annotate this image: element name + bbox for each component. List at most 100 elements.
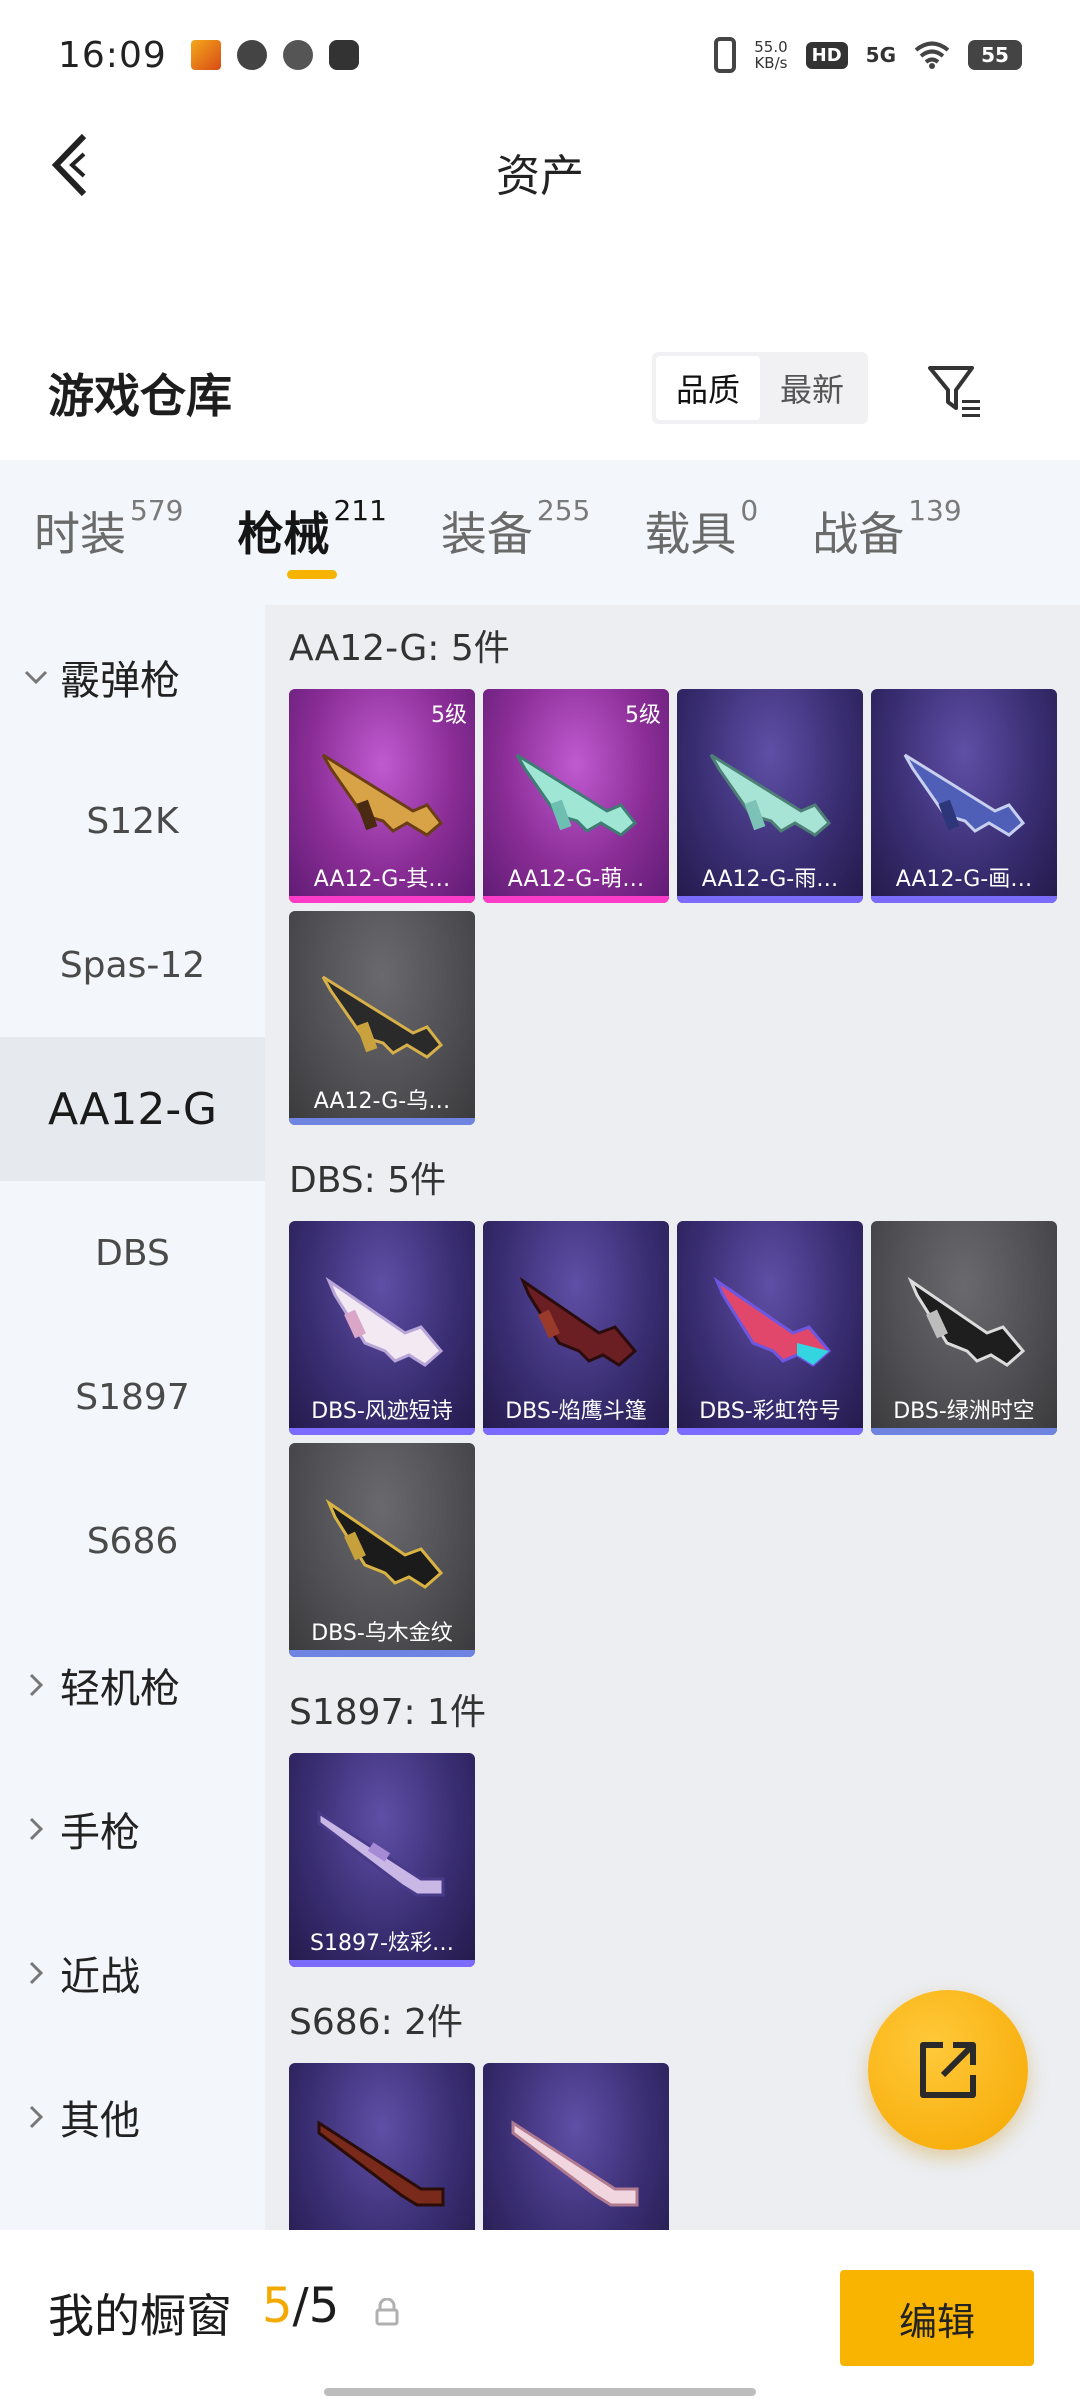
filter-button[interactable]	[920, 356, 990, 426]
tab-firearms[interactable]: 枪械 211	[237, 494, 387, 579]
tab-count: 0	[740, 494, 759, 527]
skin-card[interactable]: DBS-焰鹰斗篷	[483, 1221, 669, 1435]
edit-showcase-button[interactable]: 编辑	[840, 2270, 1034, 2366]
sidebar-item-shotgun[interactable]: 霰弹枪	[0, 605, 265, 749]
share-button[interactable]	[868, 1990, 1028, 2150]
rarity-bar	[289, 1650, 475, 1657]
sidebar-item-label: S686	[86, 1520, 179, 1562]
tab-count: 579	[130, 494, 184, 527]
sidebar-item-spas12[interactable]: Spas-12	[0, 893, 265, 1037]
status-bar: 16:09 55.0 KB/s HD 5G 55	[0, 0, 1080, 110]
skin-card[interactable]: DBS-乌木金纹	[289, 1443, 475, 1657]
sidebar-item-other[interactable]: 其他	[0, 2045, 265, 2189]
game-app-icon	[190, 40, 221, 70]
weapon-skin-grid[interactable]: AA12-G: 5件 5级 AA12-G-其… 5级 AA12-G-萌… AA1…	[265, 605, 1080, 2230]
skin-name: S1897-炫彩…	[310, 1931, 454, 1956]
skin-name: DBS-乌木金纹	[311, 1621, 453, 1646]
shotgun-skin-icon	[709, 753, 832, 837]
skin-card[interactable]: DBS-绿洲时空	[871, 1221, 1057, 1435]
warehouse-title: 游戏仓库	[48, 369, 232, 423]
skin-card[interactable]: AA12-G-雨…	[677, 689, 863, 903]
showcase-separator: /	[292, 2278, 309, 2334]
chevron-right-icon	[29, 1673, 44, 1697]
skin-card[interactable]	[483, 2063, 669, 2230]
showcase-total: 5	[308, 2278, 340, 2334]
skin-card[interactable]: S1897-炫彩…	[289, 1753, 475, 1967]
shotgun-skin-icon	[325, 1276, 444, 1367]
category-tabs: 时装 579 枪械 211 装备 255 载具 0 战备 139	[0, 460, 1080, 605]
sidebar-item-label: DBS	[95, 1232, 170, 1274]
vibrate-icon	[714, 37, 737, 73]
showcase-label: 我的橱窗	[48, 2289, 232, 2343]
home-indicator	[324, 2388, 756, 2396]
skin-level: 5级	[431, 703, 467, 728]
shotgun-skin-icon	[515, 753, 638, 837]
tab-label: 载具	[644, 507, 737, 561]
chevron-down-icon	[24, 670, 48, 685]
sidebar-item-aa12g[interactable]: AA12-G	[0, 1037, 265, 1181]
skin-card[interactable]: AA12-G-乌…	[289, 911, 475, 1125]
leaf-app-icon	[282, 40, 313, 70]
sidebar-item-label: AA12-G	[48, 1083, 217, 1135]
shotgun-skin-icon	[317, 1810, 445, 1897]
sidebar-item-s12k[interactable]: S12K	[0, 749, 265, 893]
chevron-right-icon	[29, 1961, 44, 1985]
skin-card[interactable]: DBS-彩虹符号	[677, 1221, 863, 1435]
tab-label: 战备	[812, 507, 905, 561]
signal-5g: 5G	[865, 43, 896, 67]
rarity-bar	[677, 1428, 863, 1435]
sidebar-item-melee[interactable]: 近战	[0, 1901, 265, 2045]
shotgun-skin-icon	[903, 753, 1026, 837]
notification-icons	[190, 40, 359, 70]
sidebar-item-label: S12K	[86, 800, 179, 842]
weapon-sidebar: 霰弹枪 S12K Spas-12 AA12-G DBS S1897 S686 轻…	[0, 605, 265, 2230]
sort-toggle: 品质 最新	[652, 352, 868, 424]
tab-tactical[interactable]: 战备 139	[812, 494, 961, 564]
tab-count: 139	[908, 494, 962, 527]
skin-level: 5级	[625, 703, 661, 728]
tab-label: 时装	[34, 507, 126, 561]
active-tab-indicator	[287, 570, 338, 579]
sidebar-item-label: Spas-12	[59, 944, 206, 986]
rarity-bar	[289, 1428, 475, 1435]
sort-by-quality[interactable]: 品质	[656, 356, 760, 420]
sidebar-item-label: 轻机枪	[60, 1666, 180, 1712]
showcase-bar: 我的橱窗 5/5 编辑	[0, 2230, 1080, 2400]
skin-name: AA12-G-雨…	[701, 867, 839, 892]
share-external-icon	[920, 2042, 976, 2098]
sidebar-item-s686[interactable]: S686	[0, 1469, 265, 1613]
rarity-bar	[289, 1960, 475, 1967]
showcase-current: 5	[262, 2278, 293, 2334]
skin-card[interactable]: AA12-G-画…	[871, 689, 1057, 903]
sidebar-item-lmg[interactable]: 轻机枪	[0, 1613, 265, 1757]
tab-label: 枪械	[237, 507, 330, 561]
hd-badge: HD	[805, 41, 848, 69]
sidebar-item-s1897[interactable]: S1897	[0, 1325, 265, 1469]
skin-card[interactable]: DBS-风迹短诗	[289, 1221, 475, 1435]
skin-card[interactable]	[289, 2063, 475, 2230]
skin-name: AA12-G-其…	[313, 867, 451, 892]
rarity-bar	[289, 896, 475, 903]
wifi-icon	[914, 41, 950, 69]
tab-vehicles[interactable]: 载具 0	[644, 494, 758, 564]
chat-bubble-icon	[236, 40, 267, 70]
sidebar-item-label: 近战	[60, 1954, 140, 2000]
shotgun-skin-icon	[907, 1276, 1026, 1367]
sidebar-item-pistol[interactable]: 手枪	[0, 1757, 265, 1901]
skin-name: DBS-彩虹符号	[699, 1399, 841, 1424]
warehouse-header: 游戏仓库 品质 最新	[0, 340, 1080, 460]
skin-card[interactable]: 5级 AA12-G-其…	[289, 689, 475, 903]
rarity-bar	[483, 896, 669, 903]
tab-count: 255	[536, 494, 591, 527]
network-speed-unit: KB/s	[754, 54, 788, 72]
skin-card[interactable]: 5级 AA12-G-萌…	[483, 689, 669, 903]
tab-fashion[interactable]: 时装 579	[34, 494, 183, 564]
status-time: 16:09	[58, 34, 167, 76]
section-title-s1897: S1897: 1件	[289, 1692, 486, 1733]
sidebar-item-dbs[interactable]: DBS	[0, 1181, 265, 1325]
skin-name: DBS-风迹短诗	[311, 1399, 453, 1424]
tab-equipment[interactable]: 装备 255	[441, 494, 590, 564]
skin-name: AA12-G-萌…	[507, 867, 645, 892]
page-title: 资产	[496, 151, 584, 202]
sort-by-newest[interactable]: 最新	[760, 356, 864, 420]
